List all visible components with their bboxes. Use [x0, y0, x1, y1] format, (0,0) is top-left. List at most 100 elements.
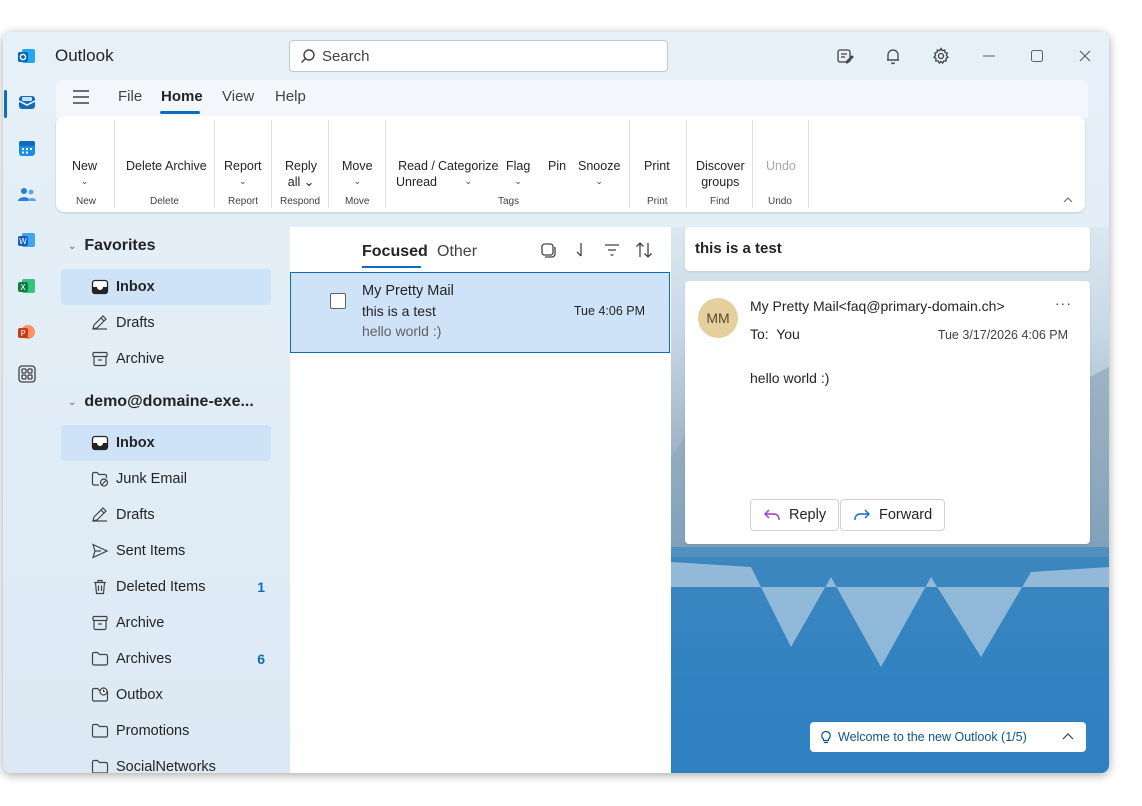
message-checkbox[interactable] [330, 293, 346, 309]
search-box[interactable]: Search [289, 40, 668, 72]
folder-icon [91, 759, 109, 773]
ribbon-separator [328, 120, 329, 208]
folder-item-socialnetworks[interactable]: SocialNetworks [61, 749, 271, 773]
ribbon-separator [808, 120, 809, 208]
folder-item-junk-email[interactable]: Junk Email [61, 461, 271, 497]
app-title: Outlook [55, 46, 114, 65]
tab-focused[interactable]: Focused [362, 243, 428, 261]
delete-button[interactable]: Delete [126, 158, 162, 174]
excel-icon[interactable]: X [16, 275, 38, 297]
ribbon-separator [385, 120, 386, 208]
discover-groups-button[interactable]: Discover groups [696, 158, 745, 190]
outbox-icon [91, 687, 109, 702]
folder-item-archive[interactable]: Archive [61, 605, 271, 641]
reading-subject-card: this is a test [685, 227, 1090, 271]
rail-selection-indicator [4, 90, 7, 118]
sort-icon[interactable] [635, 241, 653, 264]
chevron-down-icon: ⌄ [68, 396, 77, 408]
recipient[interactable]: You [776, 326, 800, 342]
more-apps-icon[interactable] [16, 363, 38, 385]
mail-icon[interactable] [16, 91, 38, 113]
reply-all-button[interactable]: Reply all ⌄ [285, 158, 317, 190]
favorites-title: Favorites [84, 237, 156, 254]
junk-icon [91, 471, 109, 487]
group-label-move: Move [345, 196, 370, 207]
read-unread-button[interactable]: Read / Unread [396, 158, 437, 190]
drafts-icon [92, 507, 107, 522]
title-bar: Outlook Search [49, 32, 1109, 80]
message-row[interactable]: My Pretty Mail this is a test hello worl… [290, 272, 670, 353]
move-button[interactable]: Move ⌄ [342, 158, 373, 188]
folder-label: Outbox [116, 687, 163, 703]
maximize-icon[interactable] [1013, 42, 1061, 70]
folder-item-sent-items[interactable]: Sent Items [61, 533, 271, 569]
folder-item-outbox[interactable]: Outbox [61, 677, 271, 713]
folder-label: Archive [116, 615, 165, 631]
folder-item-inbox[interactable]: Inbox [61, 425, 271, 461]
folder-item-drafts[interactable]: Drafts [61, 497, 271, 533]
close-icon[interactable] [1061, 42, 1109, 70]
welcome-text: Welcome to the new Outlook (1/5) [838, 730, 1027, 744]
search-placeholder: Search [322, 47, 370, 65]
menu-file[interactable]: File [118, 88, 142, 105]
favorites-item-archive[interactable]: Archive [61, 341, 271, 377]
ribbon-separator [114, 120, 115, 208]
outlook-window: W X P Outlook Search File Home View Help… [3, 32, 1109, 773]
folder-icon [91, 723, 109, 738]
avatar[interactable]: MM [698, 298, 738, 338]
trash-icon [94, 579, 106, 595]
print-button[interactable]: Print [644, 158, 670, 174]
folder-label: Promotions [116, 723, 190, 739]
undo-button[interactable]: Undo [766, 158, 796, 174]
chevron-up-icon[interactable] [1062, 729, 1074, 743]
menu-view[interactable]: View [222, 88, 254, 105]
folder-item-promotions[interactable]: Promotions [61, 713, 271, 749]
minimize-icon[interactable] [965, 42, 1013, 70]
folder-label: Sent Items [116, 543, 186, 559]
snooze-button[interactable]: Snooze ⌄ [578, 158, 620, 188]
reply-button[interactable]: Reply [750, 499, 840, 531]
new-button[interactable]: New ⌄ [72, 158, 97, 188]
inbox-icon [91, 279, 109, 295]
settings-gear-icon[interactable] [917, 42, 965, 70]
select-mode-icon[interactable] [539, 241, 557, 264]
folder-label: Deleted Items [116, 579, 206, 595]
message-list: Focused Other My Pretty Mail this is a t… [290, 227, 671, 773]
calendar-icon[interactable] [16, 137, 38, 159]
report-button[interactable]: Report ⌄ [224, 158, 262, 188]
hamburger-menu-icon[interactable] [72, 89, 90, 110]
collapse-ribbon-icon[interactable] [1063, 194, 1073, 206]
forward-label: Forward [879, 507, 933, 523]
forward-button[interactable]: Forward [840, 499, 946, 531]
ribbon-separator [752, 120, 753, 208]
word-icon[interactable]: W [16, 229, 38, 251]
flag-button[interactable]: Flag ⌄ [506, 158, 530, 188]
tab-other[interactable]: Other [437, 243, 477, 261]
reading-subject: this is a test [695, 240, 782, 257]
message-subject: this is a test [362, 303, 436, 319]
powerpoint-icon[interactable]: P [16, 321, 38, 343]
archive-button[interactable]: Archive [165, 158, 207, 174]
favorites-item-inbox[interactable]: Inbox [61, 269, 271, 305]
people-icon[interactable] [16, 183, 38, 205]
folder-label: Archive [116, 351, 165, 367]
filter-icon[interactable] [603, 241, 621, 264]
message-time: Tue 4:06 PM [573, 304, 645, 318]
group-label-new: New [76, 196, 97, 207]
favorites-item-drafts[interactable]: Drafts [61, 305, 271, 341]
send-icon [92, 543, 109, 559]
note-edit-icon[interactable] [821, 42, 869, 70]
folder-item-deleted-items[interactable]: Deleted Items 1 [61, 569, 271, 605]
account-header[interactable]: ⌄ demo@domaine-exe... [68, 393, 254, 411]
welcome-tip-banner[interactable]: Welcome to the new Outlook (1/5) [810, 722, 1086, 752]
menu-home[interactable]: Home [161, 88, 203, 105]
folder-item-archives[interactable]: Archives 6 [61, 641, 271, 677]
bell-icon[interactable] [869, 42, 917, 70]
favorites-header[interactable]: ⌄ Favorites [68, 237, 156, 255]
sender-address[interactable]: My Pretty Mail<faq@primary-domain.ch> [750, 298, 1005, 314]
jump-to-icon[interactable] [571, 241, 589, 264]
menu-help[interactable]: Help [275, 88, 306, 105]
more-actions-icon[interactable]: ··· [1055, 295, 1072, 311]
categorize-button[interactable]: Categorize ⌄ [438, 158, 498, 188]
pin-button[interactable]: Pin [548, 158, 566, 174]
